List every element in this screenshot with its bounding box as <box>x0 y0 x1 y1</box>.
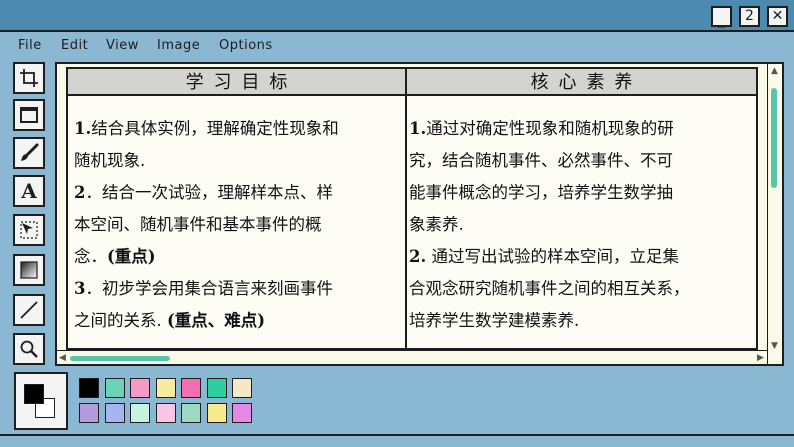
cell-text-line: 之间的关系. (重点、难点) <box>74 311 265 331</box>
close-icon: ✕ <box>771 8 784 24</box>
zoom-icon <box>20 340 38 358</box>
text-segment: 本空间、随机事件和基本事件的概 <box>74 215 322 234</box>
cell-text-line: 2．结合一次试验，理解样本点、样 <box>74 183 333 203</box>
scroll-left-icon[interactable]: ◀ <box>59 353 66 363</box>
cell-text-line: 念．(重点) <box>74 247 156 267</box>
minimize-button[interactable]: _ <box>711 6 732 28</box>
text-segment: 念． <box>74 247 107 266</box>
bold-text: 1. <box>409 119 427 138</box>
cell-text-line: 随机现象. <box>74 151 145 171</box>
color-swatch[interactable] <box>232 403 252 423</box>
brush-icon <box>21 143 39 161</box>
cell-text-line: 能事件概念的学习，培养学生数学抽 <box>409 183 673 203</box>
cell-text-line: 培养学生数学建模素养. <box>409 311 579 331</box>
header-core-literacy: 核心素养 <box>407 69 756 96</box>
content-table: 学习目标 核心素养 1.结合具体实例，理解确定性现象和 随机现象. 2．结合一次试验… <box>66 67 758 350</box>
color-swatch[interactable] <box>181 403 201 423</box>
color-swatch[interactable] <box>130 378 150 398</box>
zoom-tool[interactable] <box>13 333 45 365</box>
menu-file[interactable]: File <box>18 37 42 55</box>
menu-options[interactable]: Options <box>219 37 273 55</box>
line-tool[interactable] <box>13 294 45 326</box>
minimize-icon: _ <box>717 10 726 28</box>
close-button[interactable]: ✕ <box>767 6 788 27</box>
rectangle-tool[interactable] <box>13 99 45 131</box>
core-literacy-cell: 1.通过对确定性现象和随机现象的研 究，结合随机事件、必然事件、不可 能事件概念的学… <box>409 119 754 347</box>
cell-text-line: 合观念研究随机事件之间的相互关系， <box>409 279 690 299</box>
gradient-icon <box>20 261 38 279</box>
color-swatch[interactable] <box>206 403 227 423</box>
cell-text-line: 1.通过对确定性现象和随机现象的研 <box>409 119 674 139</box>
color-swatch[interactable] <box>181 378 201 398</box>
bold-text: 2 <box>74 183 86 202</box>
restore-button[interactable]: 2 <box>739 6 760 27</box>
cell-text-line: 象素养. <box>409 215 464 235</box>
bold-text: (重点) <box>107 247 156 266</box>
primary-color[interactable] <box>24 384 44 404</box>
brush-tool[interactable] <box>13 137 45 169</box>
color-swatch[interactable] <box>206 378 227 398</box>
text-segment: 之间的关系. <box>74 311 167 330</box>
color-swatch[interactable] <box>155 378 176 398</box>
color-swatch[interactable] <box>79 403 99 423</box>
learning-goals-cell: 1.结合具体实例，理解确定性现象和 随机现象. 2．结合一次试验，理解样本点、样 本空… <box>74 119 400 347</box>
text-segment: 象素养. <box>409 215 464 234</box>
color-swatch[interactable] <box>155 403 176 423</box>
color-swatch[interactable] <box>104 403 125 423</box>
cell-text-line: 本空间、随机事件和基本事件的概 <box>74 215 322 235</box>
text-segment: ．结合一次试验，理解样本点、样 <box>85 183 333 202</box>
column-divider <box>405 69 407 348</box>
menu-edit[interactable]: Edit <box>61 37 88 55</box>
cell-text-line: 究，结合随机事件、必然事件、不可 <box>409 151 673 171</box>
text-segment: 结合具体实例，理解确定性现象和 <box>91 119 339 138</box>
header-learning-goals: 学习目标 <box>68 69 405 96</box>
line-icon <box>20 301 38 319</box>
color-swatch[interactable] <box>79 378 99 398</box>
current-colors[interactable] <box>14 372 68 430</box>
bold-text: 1. <box>74 119 92 138</box>
color-swatch[interactable] <box>104 378 125 398</box>
text-segment: 究，结合随机事件、必然事件、不可 <box>409 151 673 170</box>
scroll-right-icon[interactable]: ▶ <box>757 353 764 363</box>
text-segment: 合观念研究随机事件之间的相互关系， <box>409 279 690 298</box>
bold-text: 2. <box>409 247 427 266</box>
restore-icon: 2 <box>745 8 754 24</box>
text-segment: 随机现象. <box>74 151 146 170</box>
status-bar <box>0 434 794 447</box>
gradient-tool[interactable] <box>13 254 45 286</box>
crop-tool[interactable] <box>13 62 45 94</box>
vertical-scroll-thumb[interactable] <box>771 88 777 188</box>
bold-text: 3 <box>74 279 86 298</box>
menu-image[interactable]: Image <box>157 37 200 55</box>
menu-view[interactable]: View <box>106 37 139 55</box>
select-icon <box>20 221 38 239</box>
text-icon: A <box>21 179 37 203</box>
title-bar <box>0 0 794 32</box>
select-tool[interactable] <box>13 214 45 246</box>
scroll-down-icon[interactable]: ▼ <box>771 341 778 351</box>
color-swatch[interactable] <box>232 378 252 398</box>
menu-bar: File Edit View Image Options <box>0 34 794 58</box>
color-swatch[interactable] <box>130 403 150 423</box>
horizontal-scroll-thumb[interactable] <box>70 356 170 361</box>
text-tool[interactable]: A <box>13 175 45 207</box>
scroll-up-icon[interactable]: ▲ <box>771 66 778 76</box>
cell-text-line: 3．初步学会用集合语言来刻画事件 <box>74 279 333 299</box>
cell-text-line: 2. 通过写出试验的样本空间，立足集 <box>409 247 679 267</box>
rectangle-icon <box>20 107 38 123</box>
bold-text: (重点、难点) <box>167 311 266 330</box>
text-segment: ．初步学会用集合语言来刻画事件 <box>85 279 333 298</box>
text-segment: 通过对确定性现象和随机现象的研 <box>426 119 674 138</box>
cell-text-line: 1.结合具体实例，理解确定性现象和 <box>74 119 339 139</box>
text-segment: 培养学生数学建模素养. <box>409 311 580 330</box>
text-segment: 能事件概念的学习，培养学生数学抽 <box>409 183 673 202</box>
text-segment: 通过写出试验的样本空间，立足集 <box>426 247 679 266</box>
crop-icon <box>20 69 38 87</box>
